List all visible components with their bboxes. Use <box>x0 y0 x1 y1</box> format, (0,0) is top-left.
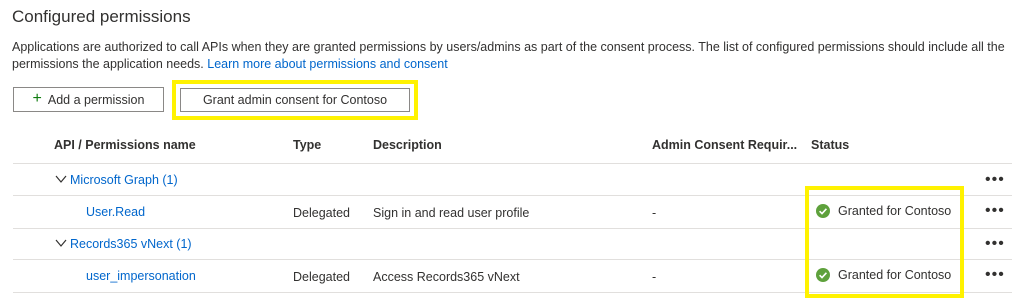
row-divider <box>13 228 1012 229</box>
grant-admin-consent-button[interactable]: Grant admin consent for Contoso <box>180 88 410 112</box>
add-permission-label: Add a permission <box>47 92 145 107</box>
column-header-status[interactable]: Status <box>811 138 849 152</box>
header-divider <box>13 163 1012 164</box>
permission-name[interactable]: User.Read <box>86 205 145 219</box>
more-options-icon[interactable]: ••• <box>985 172 1005 188</box>
row-divider <box>13 259 1012 260</box>
status-badge: Granted for Contoso <box>816 268 951 282</box>
api-group-name[interactable]: Microsoft Graph (1) <box>70 173 178 187</box>
column-header-description[interactable]: Description <box>373 138 442 152</box>
grant-admin-consent-label: Grant admin consent for Contoso <box>202 93 388 107</box>
permission-description: Sign in and read user profile <box>373 206 530 220</box>
more-options-icon[interactable]: ••• <box>985 203 1005 219</box>
permission-name[interactable]: user_impersonation <box>86 269 196 283</box>
row-divider <box>13 195 1012 196</box>
plus-icon: + <box>32 90 42 107</box>
status-text: Granted for Contoso <box>838 268 952 282</box>
more-options-icon[interactable]: ••• <box>985 267 1005 283</box>
checkmark-circle-icon <box>816 204 830 218</box>
api-group-name[interactable]: Records365 vNext (1) <box>70 237 192 251</box>
column-header-admin-consent[interactable]: Admin Consent Requir... <box>652 138 797 152</box>
add-permission-button[interactable]: + Add a permission <box>13 87 164 112</box>
permission-type: Delegated <box>293 270 350 284</box>
permission-type: Delegated <box>293 206 350 220</box>
more-options-icon[interactable]: ••• <box>985 236 1005 252</box>
admin-consent-required: - <box>652 206 657 220</box>
admin-consent-required: - <box>652 270 657 284</box>
description-text: Applications are authorized to call APIs… <box>12 40 1005 71</box>
learn-more-link[interactable]: Learn more about permissions and consent <box>207 57 447 71</box>
page-title: Configured permissions <box>12 7 191 26</box>
checkmark-circle-icon <box>816 268 830 282</box>
column-header-api-name[interactable]: API / Permissions name <box>54 138 196 152</box>
section-description: Applications are authorized to call APIs… <box>12 39 1012 73</box>
chevron-down-icon[interactable] <box>55 238 67 248</box>
status-badge: Granted for Contoso <box>816 204 951 218</box>
row-divider <box>13 292 1012 293</box>
status-text: Granted for Contoso <box>838 204 952 218</box>
column-header-type[interactable]: Type <box>293 138 321 152</box>
chevron-down-icon[interactable] <box>55 174 67 184</box>
permission-description: Access Records365 vNext <box>373 270 520 284</box>
